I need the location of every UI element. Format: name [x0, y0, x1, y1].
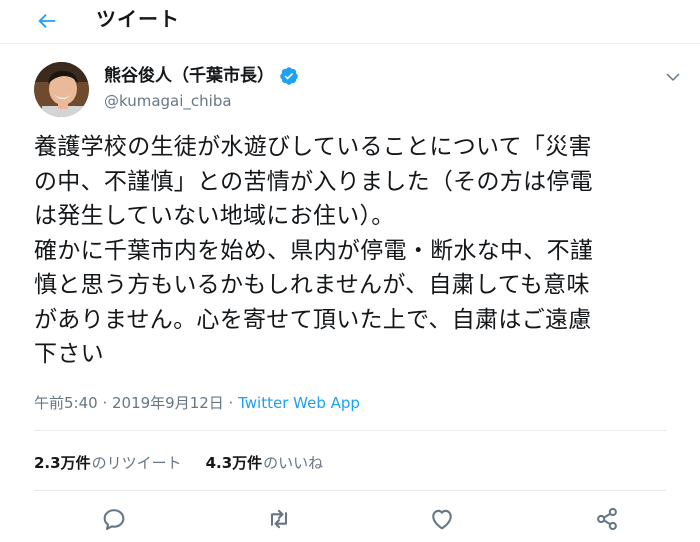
- share-icon[interactable]: [593, 505, 621, 533]
- author-handle[interactable]: @kumagai_chiba: [104, 90, 232, 112]
- tweet-timestamp[interactable]: 午前5:40 · 2019年9月12日 ·: [34, 394, 238, 412]
- name-row: 熊谷俊人（千葉市長）: [104, 64, 299, 88]
- retweet-icon[interactable]: [265, 505, 293, 533]
- like-label: のいいね: [263, 454, 324, 472]
- divider: [34, 490, 666, 491]
- tweet-meta: 午前5:40 · 2019年9月12日 · Twitter Web App: [34, 392, 360, 414]
- top-bar: ツイート: [0, 0, 700, 44]
- like-stat[interactable]: 4.3万件のいいね: [206, 454, 324, 472]
- action-bar: [0, 505, 700, 535]
- reply-icon[interactable]: [100, 505, 128, 533]
- retweet-label: のリツイート: [91, 454, 182, 472]
- tweet-text: 養護学校の生徒が水遊びしていることについて「災害 の中、不謹慎」との苦情が入りま…: [34, 134, 594, 367]
- divider: [34, 430, 666, 431]
- author-name[interactable]: 熊谷俊人（千葉市長）: [104, 64, 274, 88]
- tweet-author[interactable]: 熊谷俊人（千葉市長） @kumagai_chiba: [34, 60, 680, 118]
- arrow-left-icon[interactable]: [34, 10, 60, 32]
- page-title: ツイート: [96, 7, 180, 31]
- retweet-stat[interactable]: 2.3万件のリツイート: [34, 454, 182, 472]
- tweet-stats: 2.3万件のリツイート 4.3万件のいいね: [34, 452, 323, 474]
- heart-icon[interactable]: [428, 505, 456, 533]
- chevron-down-icon[interactable]: [662, 68, 684, 86]
- avatar[interactable]: [34, 62, 89, 117]
- retweet-count: 2.3万件: [34, 454, 91, 472]
- verified-badge-icon: [280, 67, 298, 85]
- tweet-source-app[interactable]: Twitter Web App: [238, 394, 360, 412]
- like-count: 4.3万件: [205, 454, 263, 472]
